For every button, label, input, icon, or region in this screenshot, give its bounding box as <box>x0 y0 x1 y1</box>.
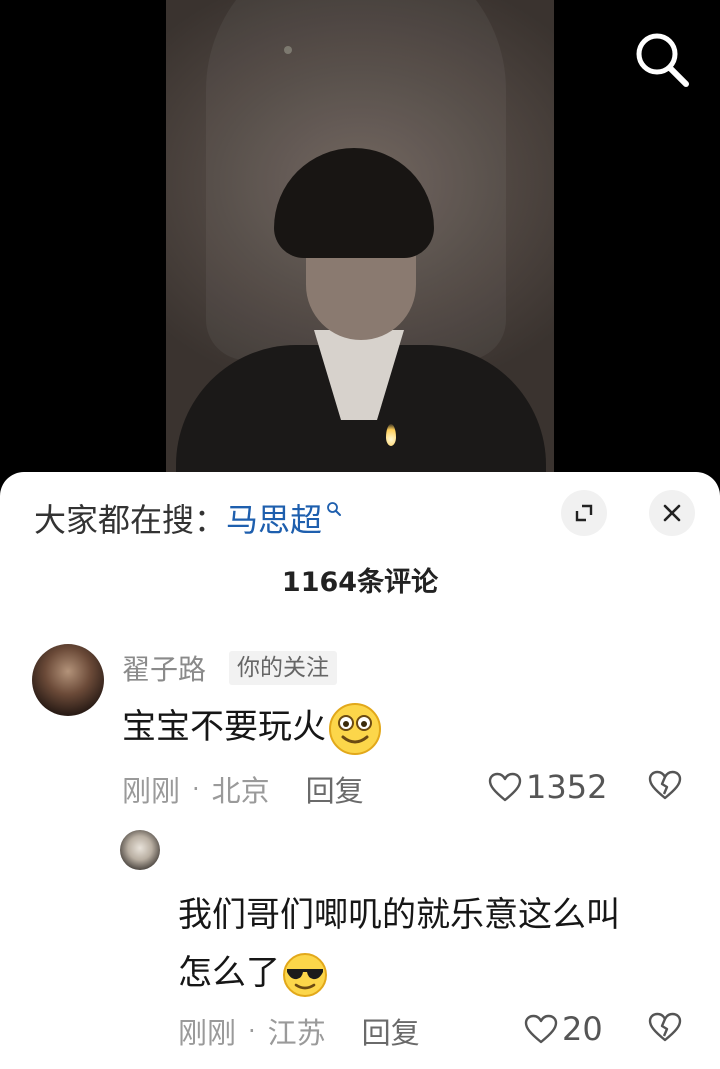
comment-text-content: 宝宝不要玩火 <box>122 707 326 747</box>
comment-meta: 刚刚 · 江苏 回复 <box>178 1010 420 1052</box>
search-icon <box>636 33 689 87</box>
comment-text: 宝宝不要玩火 <box>122 698 382 756</box>
search-button[interactable] <box>630 28 694 92</box>
like-button[interactable]: 20 <box>524 1010 603 1048</box>
dislike-button[interactable] <box>648 770 682 804</box>
like-count: 1352 <box>526 768 608 806</box>
comment-time: 刚刚 <box>178 1016 237 1050</box>
close-button[interactable] <box>649 490 695 536</box>
close-icon <box>663 504 681 522</box>
search-small-icon <box>327 502 342 516</box>
broken-heart-icon <box>648 770 682 800</box>
following-tag: 你的关注 <box>229 651 337 685</box>
grinning-face-emoji-icon <box>329 702 381 755</box>
comment-location: 北京 <box>211 774 270 808</box>
heart-icon <box>524 1014 558 1044</box>
comment-text-line: 怎么了 <box>178 953 280 993</box>
video-player[interactable] <box>0 0 720 480</box>
trending-search-prefix: 大家都在搜： <box>34 501 227 539</box>
broken-heart-icon <box>648 1012 682 1042</box>
like-button[interactable]: 1352 <box>488 768 607 806</box>
expand-icon <box>575 504 593 522</box>
trending-search-keyword[interactable]: 马思超 <box>226 495 322 541</box>
lighter-flame <box>386 424 396 446</box>
avatar[interactable] <box>120 830 160 870</box>
comment-location: 江苏 <box>267 1016 326 1050</box>
comment-time: 刚刚 <box>122 774 181 808</box>
like-count: 20 <box>562 1010 603 1048</box>
dislike-button[interactable] <box>648 1012 682 1046</box>
heart-icon <box>488 772 522 802</box>
video-frame <box>166 0 554 480</box>
comment-count: 1164条评论 <box>281 567 439 598</box>
comment-sheet: 大家都在搜： 马思超 1164条评论 翟子路 你的关注 宝宝不要玩火 刚刚 · … <box>0 472 720 1069</box>
trending-search[interactable]: 大家都在搜： 马思超 <box>34 496 342 540</box>
sunglasses-face-emoji-icon <box>283 952 327 997</box>
expand-button[interactable] <box>561 490 607 536</box>
comment-meta: 刚刚 · 北京 回复 <box>122 768 364 810</box>
comment-username[interactable]: 翟子路 <box>122 648 206 688</box>
comment-text: 我们哥们唧叽的就乐意这么叫 怎么了 <box>178 886 688 1002</box>
reply-button[interactable]: 回复 <box>362 1010 420 1052</box>
comment-text-line: 我们哥们唧叽的就乐意这么叫 <box>178 895 620 935</box>
avatar[interactable] <box>32 644 104 716</box>
reply-button[interactable]: 回复 <box>306 768 364 810</box>
